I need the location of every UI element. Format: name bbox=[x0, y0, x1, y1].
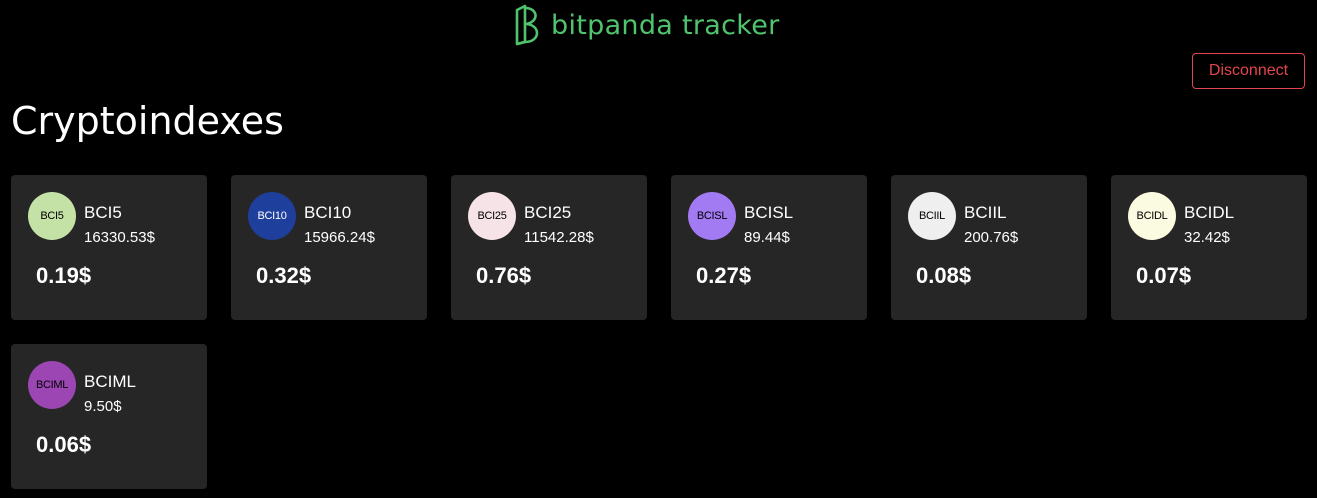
index-card-bci5[interactable]: BCI5 BCI5 16330.53$ 0.19$ bbox=[11, 175, 207, 320]
index-card-bcisl[interactable]: BCISL BCISL 89.44$ 0.27$ bbox=[671, 175, 867, 320]
index-name: BCI5 bbox=[84, 203, 122, 222]
index-holding-value: 0.19$ bbox=[36, 263, 92, 288]
index-name: BCI10 bbox=[304, 203, 352, 222]
index-holding-value: 0.32$ bbox=[256, 263, 312, 288]
index-price: 200.76$ bbox=[964, 229, 1019, 246]
index-badge: BCI25 bbox=[468, 192, 516, 240]
index-holding-value: 0.76$ bbox=[476, 263, 532, 288]
index-card-bciil[interactable]: BCIIL BCIIL 200.76$ 0.08$ bbox=[891, 175, 1087, 320]
index-price: 32.42$ bbox=[1184, 229, 1230, 246]
app-header: bitpanda tracker bbox=[0, 0, 1317, 50]
index-badge: BCI10 bbox=[248, 192, 296, 240]
index-badge: BCIML bbox=[28, 361, 76, 409]
index-card-bciml[interactable]: BCIML BCIML 9.50$ 0.06$ bbox=[11, 344, 207, 489]
index-name: BCIDL bbox=[1184, 203, 1235, 222]
index-card-bcidl[interactable]: BCIDL BCIDL 32.42$ 0.07$ bbox=[1111, 175, 1307, 320]
brand-logo[interactable]: bitpanda tracker bbox=[513, 3, 780, 47]
index-name: BCIML bbox=[84, 372, 136, 391]
index-name: BCIIL bbox=[964, 203, 1007, 222]
index-price: 9.50$ bbox=[84, 398, 122, 415]
index-holding-value: 0.06$ bbox=[36, 432, 92, 457]
index-badge: BCIIL bbox=[908, 192, 956, 240]
brand-name: bitpanda tracker bbox=[551, 9, 780, 41]
index-name: BCISL bbox=[744, 203, 794, 222]
index-badge: BCI5 bbox=[28, 192, 76, 240]
index-badge: BCIDL bbox=[1128, 192, 1176, 240]
index-holding-value: 0.27$ bbox=[696, 263, 752, 288]
index-name: BCI25 bbox=[524, 203, 572, 222]
index-price: 16330.53$ bbox=[84, 229, 155, 246]
page-title: Cryptoindexes bbox=[11, 99, 284, 143]
disconnect-button[interactable]: Disconnect bbox=[1192, 53, 1305, 89]
bitpanda-logo-icon bbox=[515, 4, 539, 46]
index-card-bci10[interactable]: BCI10 BCI10 15966.24$ 0.32$ bbox=[231, 175, 427, 320]
index-badge: BCISL bbox=[688, 192, 736, 240]
index-holding-value: 0.07$ bbox=[1136, 263, 1192, 288]
index-holding-value: 0.08$ bbox=[916, 263, 972, 288]
index-card-bci25[interactable]: BCI25 BCI25 11542.28$ 0.76$ bbox=[451, 175, 647, 320]
index-price: 89.44$ bbox=[744, 229, 790, 246]
index-price: 11542.28$ bbox=[524, 229, 594, 246]
index-price: 15966.24$ bbox=[304, 229, 375, 246]
